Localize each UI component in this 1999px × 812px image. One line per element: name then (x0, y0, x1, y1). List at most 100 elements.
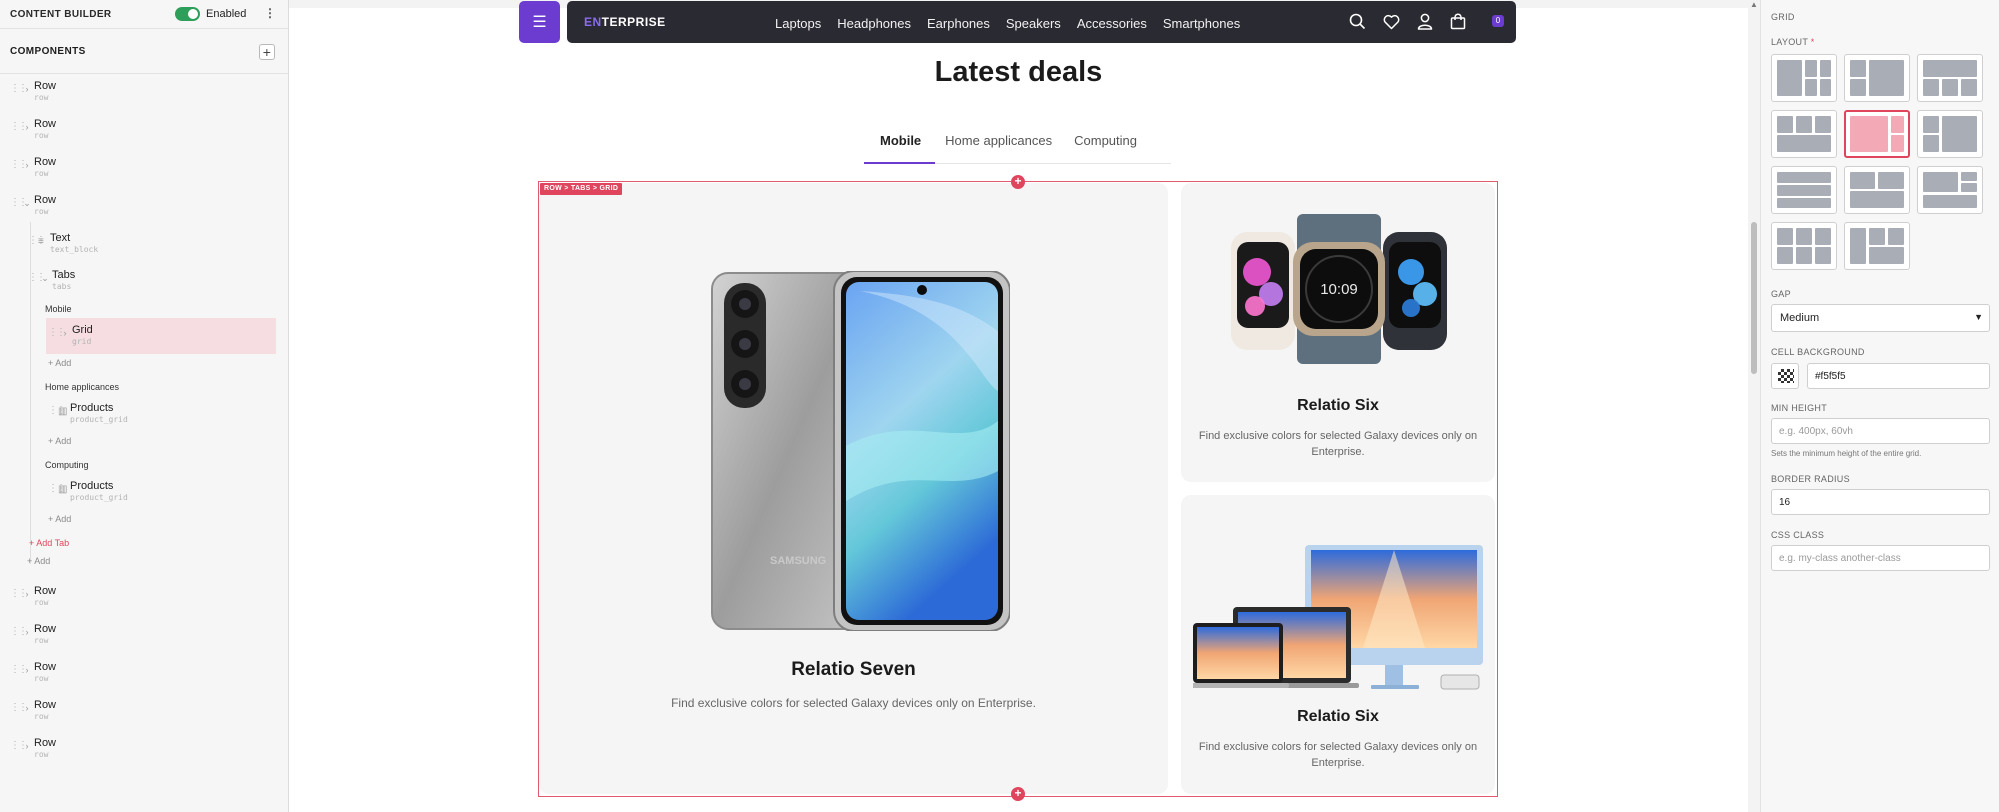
chevron-right-icon[interactable]: › (20, 589, 34, 599)
chevron-down-icon[interactable]: ⌄ (38, 273, 52, 284)
layout-option[interactable] (1771, 54, 1837, 102)
tree-row[interactable]: ⋮⋮ › Row row (10, 77, 56, 107)
tab-label-computing[interactable]: Computing (45, 460, 89, 470)
add-component-button[interactable]: + (259, 44, 275, 60)
drag-handle-icon[interactable]: ⋮⋮ (10, 83, 28, 94)
scrollbar-thumb[interactable] (1751, 222, 1757, 374)
tree-row[interactable]: ⋮⋮ › Row row (10, 734, 56, 764)
tab-mobile[interactable]: Mobile (864, 124, 936, 164)
tree-text-node[interactable]: ⋮⋮ ≡ Text text_block (28, 229, 98, 259)
color-swatch-button[interactable] (1771, 363, 1799, 389)
tree-node-name: Row (34, 585, 57, 597)
cart-button[interactable] (1450, 13, 1480, 30)
tree-tabs-node[interactable]: ⋮⋮ ⌄ Tabs tabs (28, 266, 75, 296)
tree-row-expanded[interactable]: ⋮⋮ ⌄ Row row (10, 191, 56, 221)
nav-link-laptops[interactable]: Laptops (775, 16, 821, 31)
layout-option[interactable] (1917, 110, 1983, 158)
layout-option[interactable] (1844, 166, 1910, 214)
tab-label-home[interactable]: Home applicances (45, 382, 119, 392)
add-below-button[interactable]: + (1011, 787, 1025, 801)
css-class-input[interactable]: e.g. my-class another-class (1771, 545, 1990, 571)
drag-handle-icon[interactable]: ⋮⋮ (10, 159, 28, 170)
tree-row[interactable]: ⋮⋮ › Row row (10, 658, 56, 688)
components-header: COMPONENTS + (0, 28, 288, 74)
add-to-tab-link[interactable]: + Add (48, 436, 71, 446)
add-to-tab-link[interactable]: + Add (48, 514, 71, 524)
heart-icon[interactable] (1383, 14, 1400, 30)
layout-option[interactable] (1844, 54, 1910, 102)
add-to-tab-link[interactable]: + Add (48, 358, 71, 368)
tree-row[interactable]: ⋮⋮ › Row row (10, 115, 56, 145)
tree-node-name: Tabs (52, 269, 76, 281)
layout-option[interactable] (1844, 222, 1910, 270)
layout-option[interactable] (1771, 166, 1837, 214)
enabled-toggle[interactable] (175, 7, 200, 21)
chevron-right-icon[interactable]: › (20, 84, 34, 94)
nav-link-accessories[interactable]: Accessories (1077, 16, 1147, 31)
tree-row[interactable]: ⋮⋮ › Row row (10, 696, 56, 726)
chevron-right-icon[interactable]: › (58, 328, 72, 338)
chevron-right-icon[interactable]: › (20, 741, 34, 751)
layout-option[interactable] (1771, 110, 1837, 158)
tree-grid-node-selected[interactable]: ⋮⋮ › Grid grid (46, 318, 276, 354)
more-options-icon[interactable]: ⋮ (264, 6, 276, 20)
drag-handle-icon[interactable]: ⋮⋮ (48, 327, 66, 338)
drag-handle-icon[interactable]: ⋮⋮ (48, 405, 66, 416)
border-radius-input[interactable]: 16 (1771, 489, 1990, 515)
add-above-button[interactable]: + (1011, 175, 1025, 189)
gap-select[interactable]: Medium ▼ (1771, 304, 1990, 332)
layout-option-selected[interactable] (1844, 110, 1910, 158)
user-icon[interactable] (1417, 13, 1433, 30)
tree-row[interactable]: ⋮⋮ › Row row (10, 620, 56, 650)
tree-node-name: Row (34, 737, 57, 749)
drag-handle-icon[interactable]: ⋮⋮ (48, 483, 66, 494)
tree-products-node[interactable]: ⋮⋮ ▥ Products product_grid (48, 399, 128, 429)
tab-computing[interactable]: Computing (1070, 124, 1147, 164)
tree-products-node[interactable]: ⋮⋮ ▥ Products product_grid (48, 477, 128, 507)
drag-handle-icon[interactable]: ⋮⋮ (10, 740, 28, 751)
chevron-right-icon[interactable]: › (20, 703, 34, 713)
cell-background-input[interactable]: #f5f5f5 (1807, 363, 1990, 389)
nav-link-speakers[interactable]: Speakers (1006, 16, 1061, 31)
min-height-input[interactable]: e.g. 400px, 60vh (1771, 418, 1990, 444)
nav-link-earphones[interactable]: Earphones (927, 16, 990, 31)
builder-title: CONTENT BUILDER (10, 8, 112, 20)
drag-handle-icon[interactable]: ⋮⋮ (10, 702, 28, 713)
tab-label-mobile[interactable]: Mobile (45, 304, 72, 314)
scroll-up-icon[interactable]: ▲ (1750, 0, 1758, 9)
drag-handle-icon[interactable]: ⋮⋮ (10, 121, 28, 132)
logo-prefix: EN (584, 15, 602, 29)
tree-row[interactable]: ⋮⋮ › Row row (10, 153, 56, 183)
drag-handle-icon[interactable]: ⋮⋮ (28, 272, 46, 283)
add-to-row-link[interactable]: + Add (27, 556, 50, 566)
search-icon[interactable] (1349, 13, 1366, 30)
drag-handle-icon[interactable]: ⋮⋮ (10, 664, 28, 675)
chevron-right-icon[interactable]: › (20, 627, 34, 637)
chevron-right-icon[interactable]: › (20, 665, 34, 675)
chevron-right-icon[interactable]: › (20, 160, 34, 170)
nav-link-smartphones[interactable]: Smartphones (1163, 16, 1240, 31)
site-logo[interactable]: ENTERPRISE (584, 15, 666, 29)
layout-option[interactable] (1917, 54, 1983, 102)
layout-option[interactable] (1917, 166, 1983, 214)
tree-node-type: row (34, 169, 49, 178)
drag-handle-icon[interactable]: ⋮⋮ (10, 626, 28, 637)
product-tabs: Mobile Home applicances Computing (864, 124, 1171, 164)
drag-handle-icon[interactable]: ⋮⋮ (10, 197, 28, 208)
add-tab-link[interactable]: + Add Tab (29, 538, 69, 548)
drag-handle-icon[interactable]: ⋮⋮ (10, 588, 28, 599)
chevron-down-icon[interactable]: ⌄ (20, 198, 34, 209)
chevron-right-icon[interactable]: › (20, 122, 34, 132)
tree-row[interactable]: ⋮⋮ › Row row (10, 582, 56, 612)
tree-node-name: Row (34, 623, 57, 635)
nav-link-headphones[interactable]: Headphones (837, 16, 911, 31)
properties-panel: ▲ GRID LAYOUT * GAP Medium ▼ CELL BACKGR… (1748, 0, 1999, 812)
components-title: COMPONENTS (10, 45, 86, 57)
canvas-scrollbar[interactable]: ▲ (1748, 0, 1760, 812)
hamburger-menu-button[interactable]: ☰ (519, 1, 560, 43)
tree-node-name: Text (50, 232, 71, 244)
layout-option[interactable] (1771, 222, 1837, 270)
tab-home-applicances[interactable]: Home applicances (935, 124, 1070, 164)
drag-handle-icon[interactable]: ⋮⋮ (28, 235, 46, 246)
tree-node-type: row (34, 712, 49, 721)
